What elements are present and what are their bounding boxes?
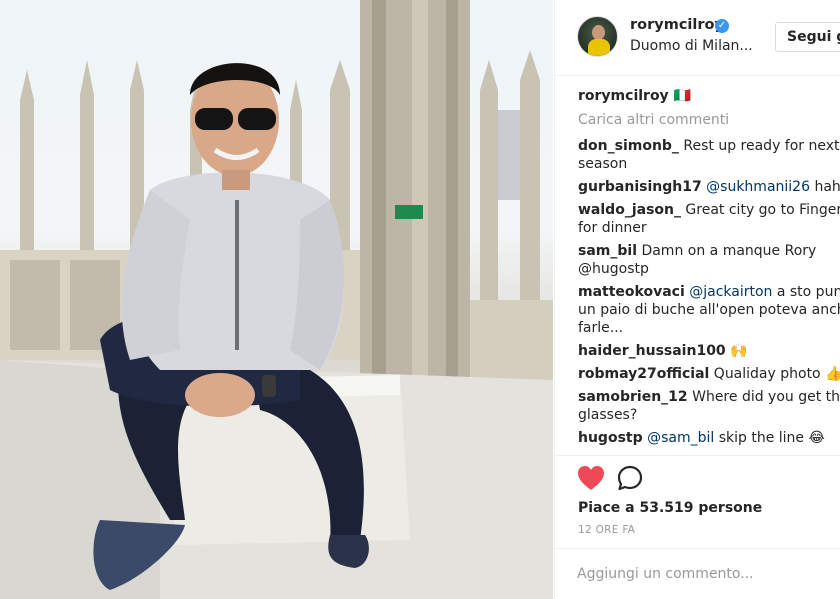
post-caption: rorymcilroy 🇮🇹 [578, 88, 840, 104]
like-heart-icon[interactable] [577, 465, 605, 491]
comment-item: hugostp @sam_bil skip the line 😂 [578, 429, 840, 447]
post-header: rorymcilroy ✓ Duomo di Milan... Segui g [555, 0, 840, 76]
comment-username[interactable]: matteokovaci [578, 284, 685, 300]
comment-bubble-icon[interactable] [617, 465, 643, 491]
avatar[interactable] [577, 16, 618, 57]
comment-username[interactable]: hugostp [578, 430, 643, 446]
comment-text: haha [814, 179, 840, 195]
post-actions: Piace a 53.519 persone 12 ORE FA [555, 455, 840, 545]
comment-text: 🙌 [725, 343, 748, 359]
comment-item: samobrien_12 Where did you get the glass… [578, 388, 840, 424]
post-photo[interactable] [0, 0, 553, 599]
photo-illustration [0, 0, 553, 599]
comment-text: skip the line 😂 [714, 430, 825, 446]
comment-username[interactable]: waldo_jason_ [578, 202, 681, 218]
comment-item: haider_hussain100 🙌 [578, 342, 840, 360]
comment-item: sam_bil Damn on a manque Rory @hugostp [578, 242, 840, 278]
post-username[interactable]: rorymcilroy [630, 17, 724, 33]
post-timestamp[interactable]: 12 ORE FA [578, 524, 635, 536]
comment-username[interactable]: samobrien_12 [578, 389, 688, 405]
comment-mention[interactable]: @sukhmanii26 [706, 179, 810, 195]
caption-username[interactable]: rorymcilroy [578, 88, 669, 104]
comments-list[interactable]: rorymcilroy 🇮🇹 Carica altri commenti don… [578, 88, 840, 454]
add-comment-input[interactable] [577, 563, 827, 585]
comment-text: Qualiday photo 👍👍 [713, 366, 840, 382]
comment-username[interactable]: haider_hussain100 [578, 343, 726, 359]
avatar-shirt [588, 39, 610, 56]
comment-username[interactable]: gurbanisingh17 [578, 179, 702, 195]
verified-badge-icon: ✓ [715, 19, 729, 33]
follow-button[interactable]: Segui g [775, 22, 840, 52]
caption-text: 🇮🇹 [673, 88, 691, 104]
comment-item: don_simonb_ Rest up ready for next seaso… [578, 137, 840, 173]
comment-item: gurbanisingh17 @sukhmanii26 haha [578, 178, 840, 196]
comment-username[interactable]: sam_bil [578, 243, 637, 259]
comment-item: waldo_jason_ Great city go to Fingers fo… [578, 201, 840, 237]
comment-item: robmay27official Qualiday photo 👍👍 [578, 365, 840, 383]
comment-username[interactable]: robmay27official [578, 366, 709, 382]
comment-mention[interactable]: @sam_bil [647, 430, 714, 446]
comment-item: matteokovaci @jackairton a sto punto un … [578, 283, 840, 337]
likes-count[interactable]: Piace a 53.519 persone [578, 500, 762, 516]
comment-username[interactable]: don_simonb_ [578, 138, 679, 154]
add-comment-box [555, 548, 840, 599]
avatar-face [592, 25, 605, 40]
load-more-comments-link[interactable]: Carica altri commenti [578, 112, 840, 128]
post-side-panel: rorymcilroy ✓ Duomo di Milan... Segui g … [554, 0, 840, 599]
post-location[interactable]: Duomo di Milan... [630, 38, 753, 54]
comment-mention[interactable]: @jackairton [689, 284, 772, 300]
